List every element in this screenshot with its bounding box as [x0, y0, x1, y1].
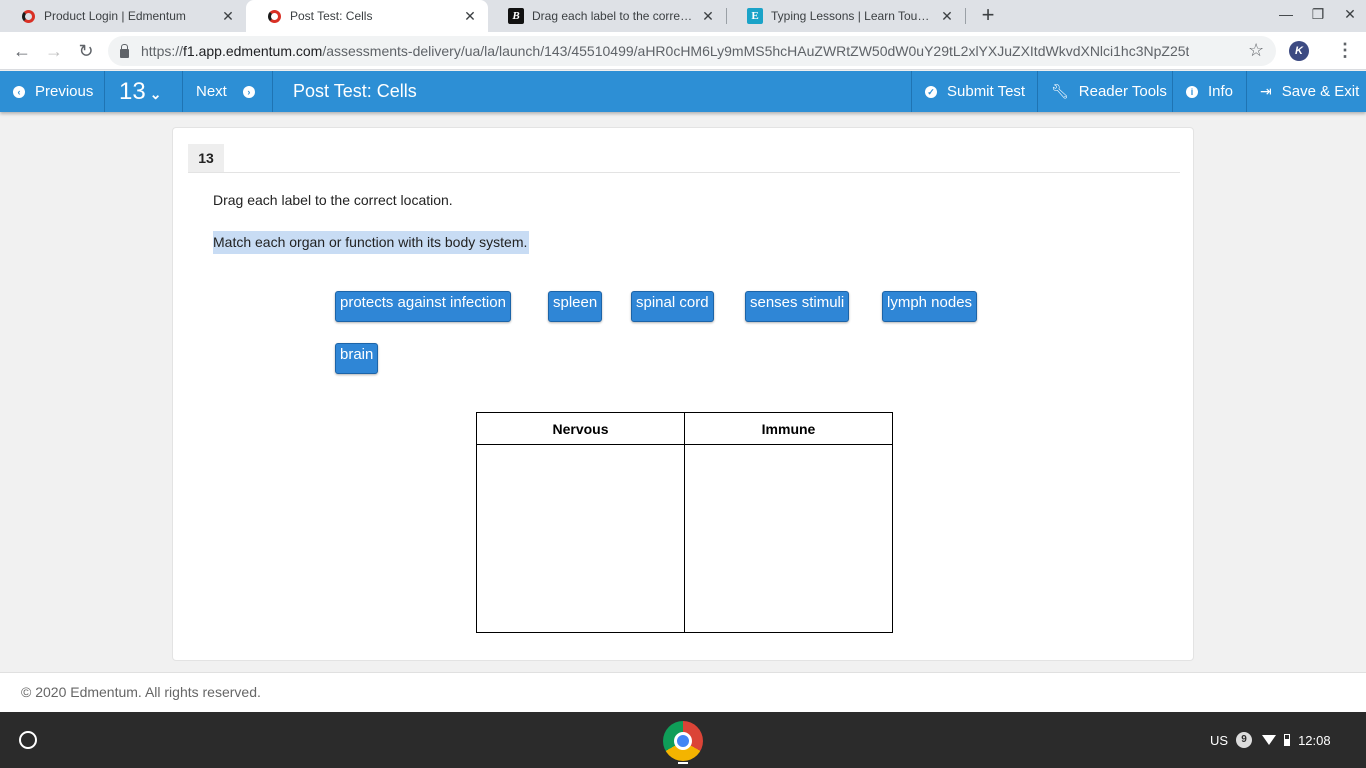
close-tab-icon[interactable]: ✕: [939, 8, 955, 25]
new-tab-button[interactable]: +: [977, 4, 999, 26]
forward-icon[interactable]: →: [42, 40, 66, 62]
drag-label-protects-against-infection[interactable]: protects against infection: [335, 291, 511, 322]
assessment-header: ‹ Previous 13 ⌄ Next › Post Test: Cells …: [0, 71, 1366, 112]
tab-separator: [965, 8, 966, 24]
submit-test-label: Submit Test: [947, 83, 1026, 100]
reload-icon[interactable]: ↻: [74, 40, 98, 62]
browser-toolbar: ← → ↻ https:// f1.app.edmentum.com /asse…: [0, 32, 1366, 70]
submit-test-button[interactable]: ✓ Submit Test: [911, 71, 1037, 112]
divider: [188, 172, 1180, 173]
sign-out-icon: ⇥: [1260, 83, 1272, 99]
reader-tools-label: Reader Tools: [1078, 83, 1167, 100]
browser-tab-strip: Product Login | Edmentum ✕ Post Test: Ce…: [0, 0, 1366, 32]
brainly-favicon-icon: B: [508, 8, 524, 24]
question-number: 13: [119, 77, 146, 105]
drag-label-brain[interactable]: brain: [335, 343, 379, 374]
tab-typing-lessons[interactable]: E Typing Lessons | Learn Touch Typing ✕: [727, 0, 965, 32]
copyright-text: © 2020 Edmentum. All rights reserved.: [21, 684, 261, 700]
reader-tools-button[interactable]: 🔧︎ Reader Tools: [1037, 71, 1172, 112]
drop-zone-nervous[interactable]: [477, 446, 684, 632]
save-exit-button[interactable]: ⇥ Save & Exit: [1246, 71, 1366, 112]
matching-table: Nervous Immune: [476, 412, 893, 633]
drag-label-spleen[interactable]: spleen: [548, 291, 603, 322]
chrome-app-icon[interactable]: [663, 721, 703, 761]
question-instruction: Drag each label to the correct location.: [213, 192, 453, 208]
question-card: 13 Drag each label to the correct locati…: [172, 127, 1194, 661]
wifi-icon: [1262, 735, 1277, 745]
question-prompt: Match each organ or function with its bo…: [213, 231, 530, 254]
drag-label-senses-stimuli[interactable]: senses stimuli: [745, 291, 850, 322]
url-scheme: https://: [141, 43, 184, 59]
arrow-right-icon: ›: [242, 85, 255, 98]
column-header-nervous: Nervous: [477, 413, 684, 445]
tab-title: Product Login | Edmentum: [44, 9, 186, 23]
clock-time: 12:08: [1298, 732, 1331, 748]
tab-post-test[interactable]: Post Test: Cells ✕: [246, 0, 488, 32]
page-title: Post Test: Cells: [293, 81, 417, 101]
launcher-icon[interactable]: [19, 731, 37, 749]
address-bar[interactable]: https:// f1.app.edmentum.com /assessment…: [108, 36, 1276, 66]
check-circle-icon: ✓: [925, 85, 937, 98]
tab-title: Drag each label to the correct location: [532, 9, 694, 23]
system-tray[interactable]: US 9 12:08: [1210, 728, 1331, 752]
info-button[interactable]: i Info: [1172, 71, 1246, 112]
next-label: Next: [196, 83, 227, 100]
save-exit-label: Save & Exit: [1281, 83, 1360, 100]
close-window-icon[interactable]: ✕: [1340, 6, 1360, 26]
edclub-favicon-icon: E: [747, 8, 763, 24]
tab-drag-label[interactable]: B Drag each label to the correct locatio…: [488, 0, 726, 32]
tab-title: Post Test: Cells: [290, 9, 373, 23]
question-number-badge: 13: [188, 144, 224, 172]
previous-button[interactable]: ‹ Previous: [0, 71, 105, 112]
close-tab-icon[interactable]: ✕: [462, 8, 478, 25]
column-header-immune: Immune: [685, 413, 892, 445]
previous-label: Previous: [35, 83, 94, 100]
tab-product-login[interactable]: Product Login | Edmentum ✕: [0, 0, 246, 32]
chevron-down-icon: ⌄: [149, 86, 162, 102]
info-icon: i: [1186, 85, 1198, 98]
question-selector[interactable]: 13 ⌄: [105, 71, 183, 112]
drag-label-lymph-nodes[interactable]: lymph nodes: [882, 291, 978, 322]
restore-window-icon[interactable]: ❐: [1308, 6, 1328, 26]
extension-k-icon[interactable]: K: [1289, 41, 1309, 61]
page-footer: © 2020 Edmentum. All rights reserved.: [0, 672, 1366, 712]
bookmark-star-icon[interactable]: ☆: [1248, 40, 1264, 61]
close-tab-icon[interactable]: ✕: [700, 8, 716, 25]
minimize-window-icon[interactable]: —: [1276, 6, 1296, 26]
url-host: f1.app.edmentum.com: [183, 43, 323, 59]
keyboard-layout: US: [1210, 732, 1229, 748]
drop-zone-immune[interactable]: [685, 446, 892, 632]
notification-count-badge: 9: [1236, 732, 1253, 748]
os-shelf: US 9 12:08: [0, 712, 1366, 768]
edmentum-favicon-icon: [20, 8, 36, 24]
close-tab-icon[interactable]: ✕: [220, 8, 236, 25]
info-label: Info: [1208, 83, 1234, 100]
lock-icon: [120, 43, 129, 58]
tab-title: Typing Lessons | Learn Touch Typing: [771, 9, 933, 23]
next-button[interactable]: Next ›: [183, 71, 273, 112]
drag-label-spinal-cord[interactable]: spinal cord: [631, 291, 714, 322]
running-indicator: [678, 762, 688, 764]
arrow-left-icon: ‹: [13, 85, 25, 98]
back-icon[interactable]: ←: [10, 40, 34, 62]
url-path: /assessments-delivery/ua/la/launch/143/4…: [322, 43, 1190, 59]
browser-menu-icon[interactable]: ⋮: [1336, 40, 1354, 61]
battery-icon: [1284, 734, 1291, 746]
edmentum-favicon-icon: [266, 8, 282, 24]
wrench-icon: 🔧︎: [1051, 83, 1069, 99]
